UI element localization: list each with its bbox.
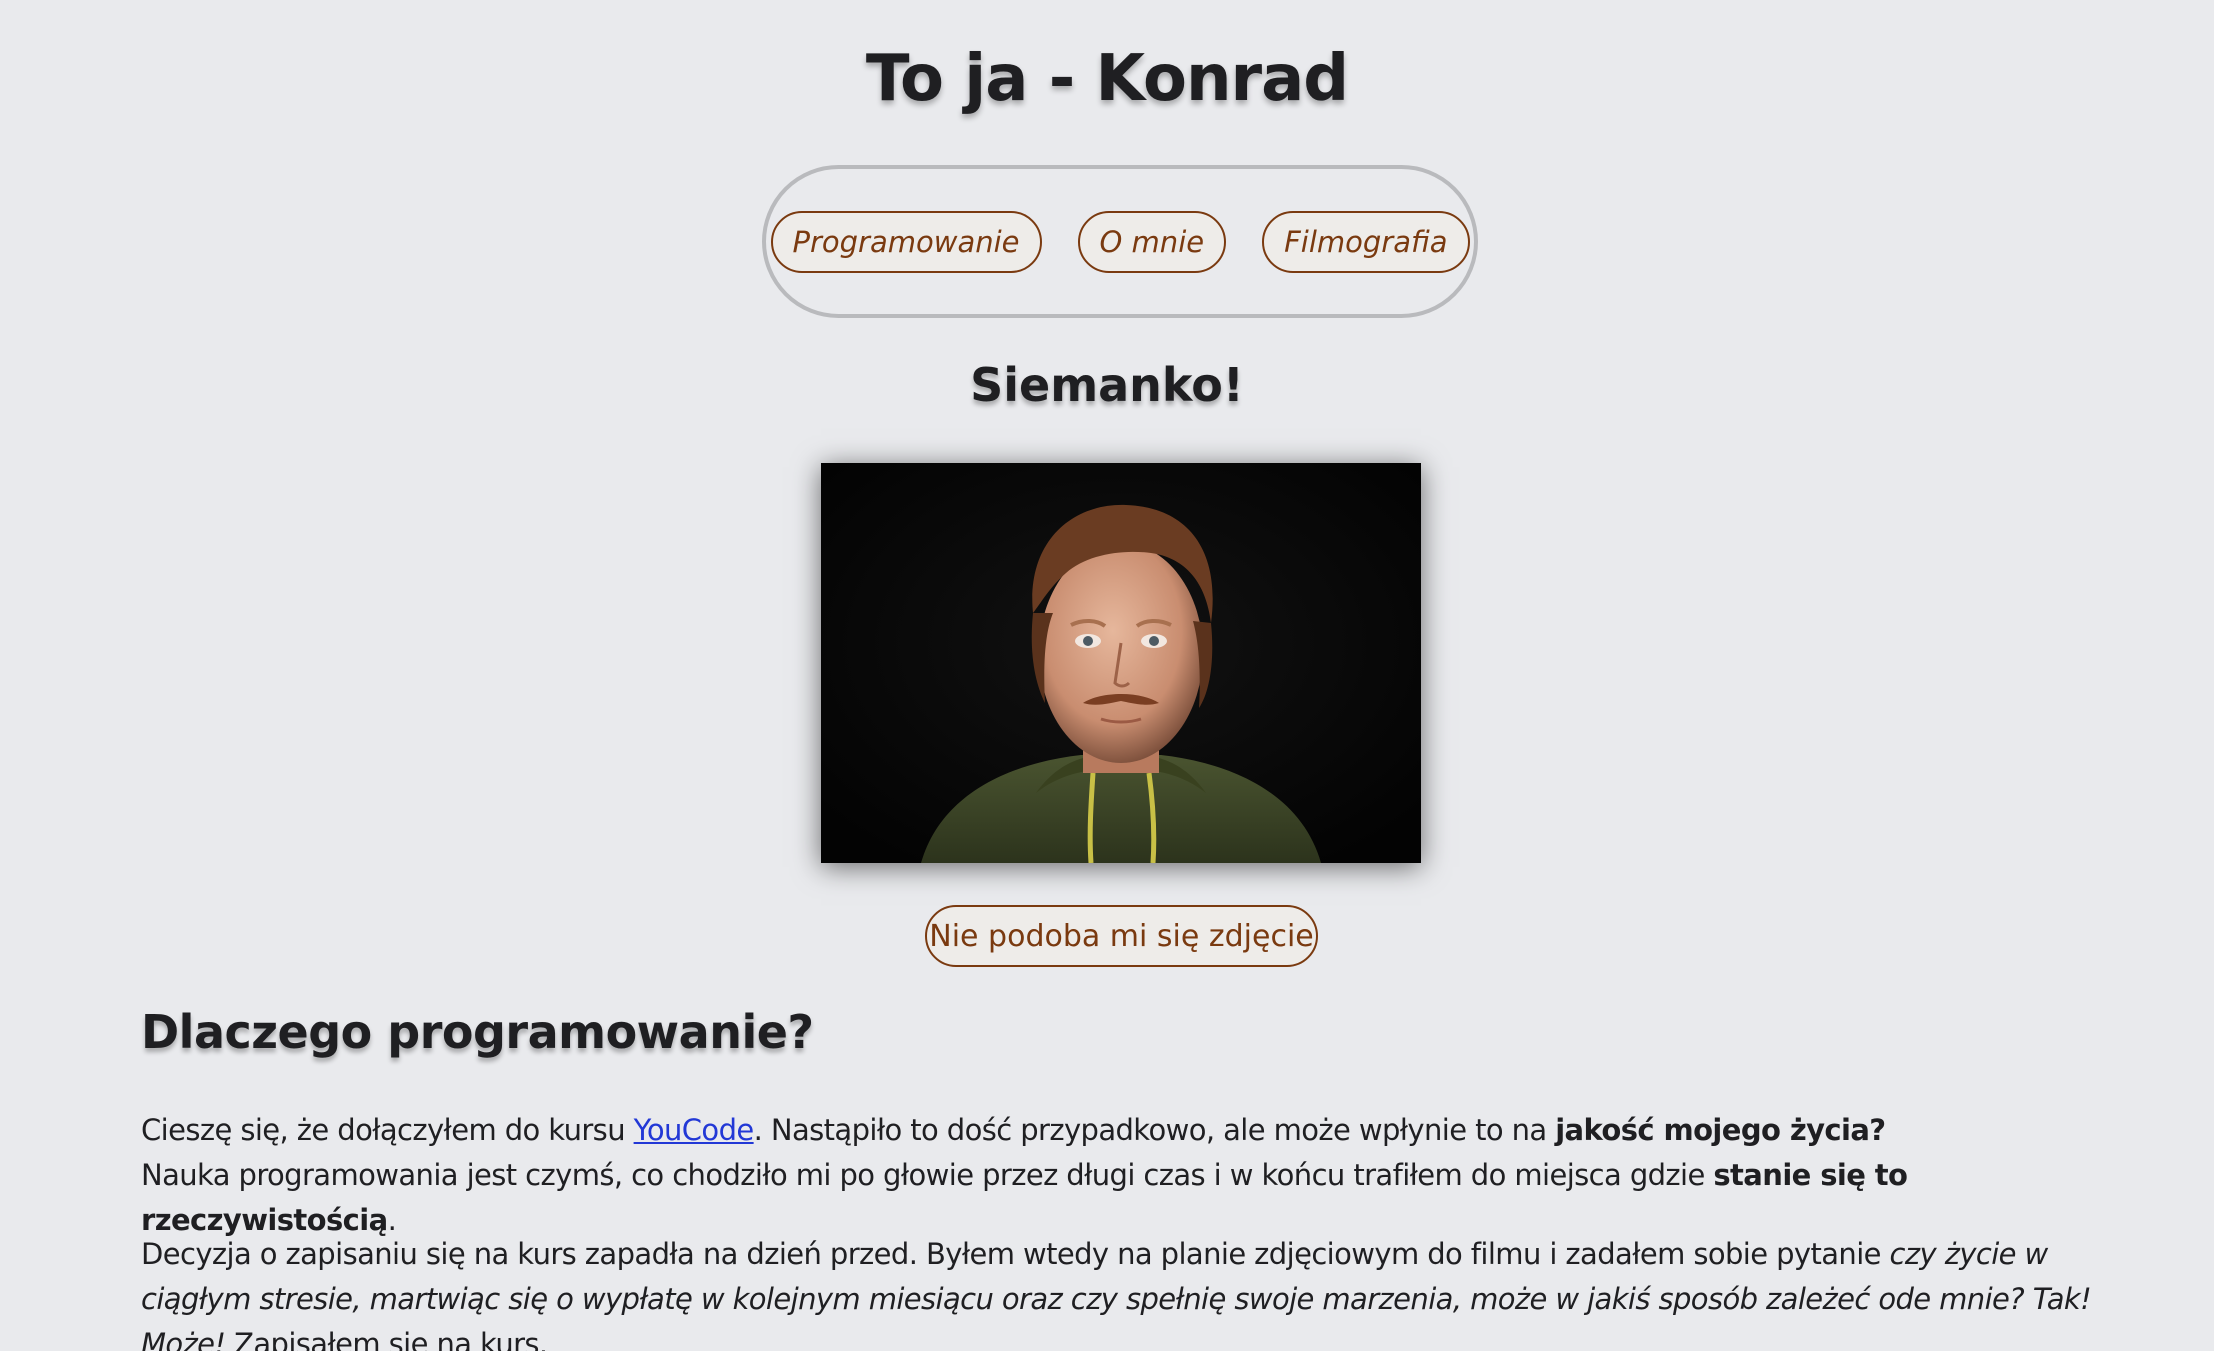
intro-paragraph: Cieszę się, że dołączyłem do kursu YouCo… [141, 1108, 2101, 1243]
profile-photo [821, 463, 1421, 863]
portrait-illustration [821, 463, 1421, 863]
why-programming-heading: Dlaczego programowanie? [141, 1005, 814, 1059]
dislike-photo-button[interactable]: Nie podoba mi się zdjęcie [925, 905, 1318, 967]
text-fragment: Zapisałem się na kurs. [225, 1327, 548, 1351]
page: To ja - Konrad Programowanie O mnie Film… [0, 0, 2214, 1351]
decision-paragraph: Decyzja o zapisaniu się na kurs zapadła … [141, 1232, 2101, 1351]
youcode-link[interactable]: YouCode [634, 1113, 755, 1147]
greeting-heading: Siemanko! [970, 358, 1244, 412]
bold-text: jakość mojego życia? [1555, 1113, 1886, 1147]
main-nav: Programowanie O mnie Filmografia [762, 165, 1478, 318]
text-fragment: . Nastąpiło to dość przypadkowo, ale moż… [753, 1113, 1556, 1147]
site-title: To ja - Konrad [865, 42, 1349, 116]
nav-item-filmografia[interactable]: Filmografia [1262, 210, 1470, 273]
text-fragment: Cieszę się, że dołączyłem do kursu [141, 1113, 634, 1147]
nav-item-programowanie[interactable]: Programowanie [770, 210, 1042, 273]
text-fragment: Nauka programowania jest czymś, co chodz… [141, 1158, 1714, 1192]
nav-item-o-mnie[interactable]: O mnie [1077, 210, 1227, 273]
text-fragment: Decyzja o zapisaniu się na kurs zapadła … [141, 1237, 1890, 1271]
